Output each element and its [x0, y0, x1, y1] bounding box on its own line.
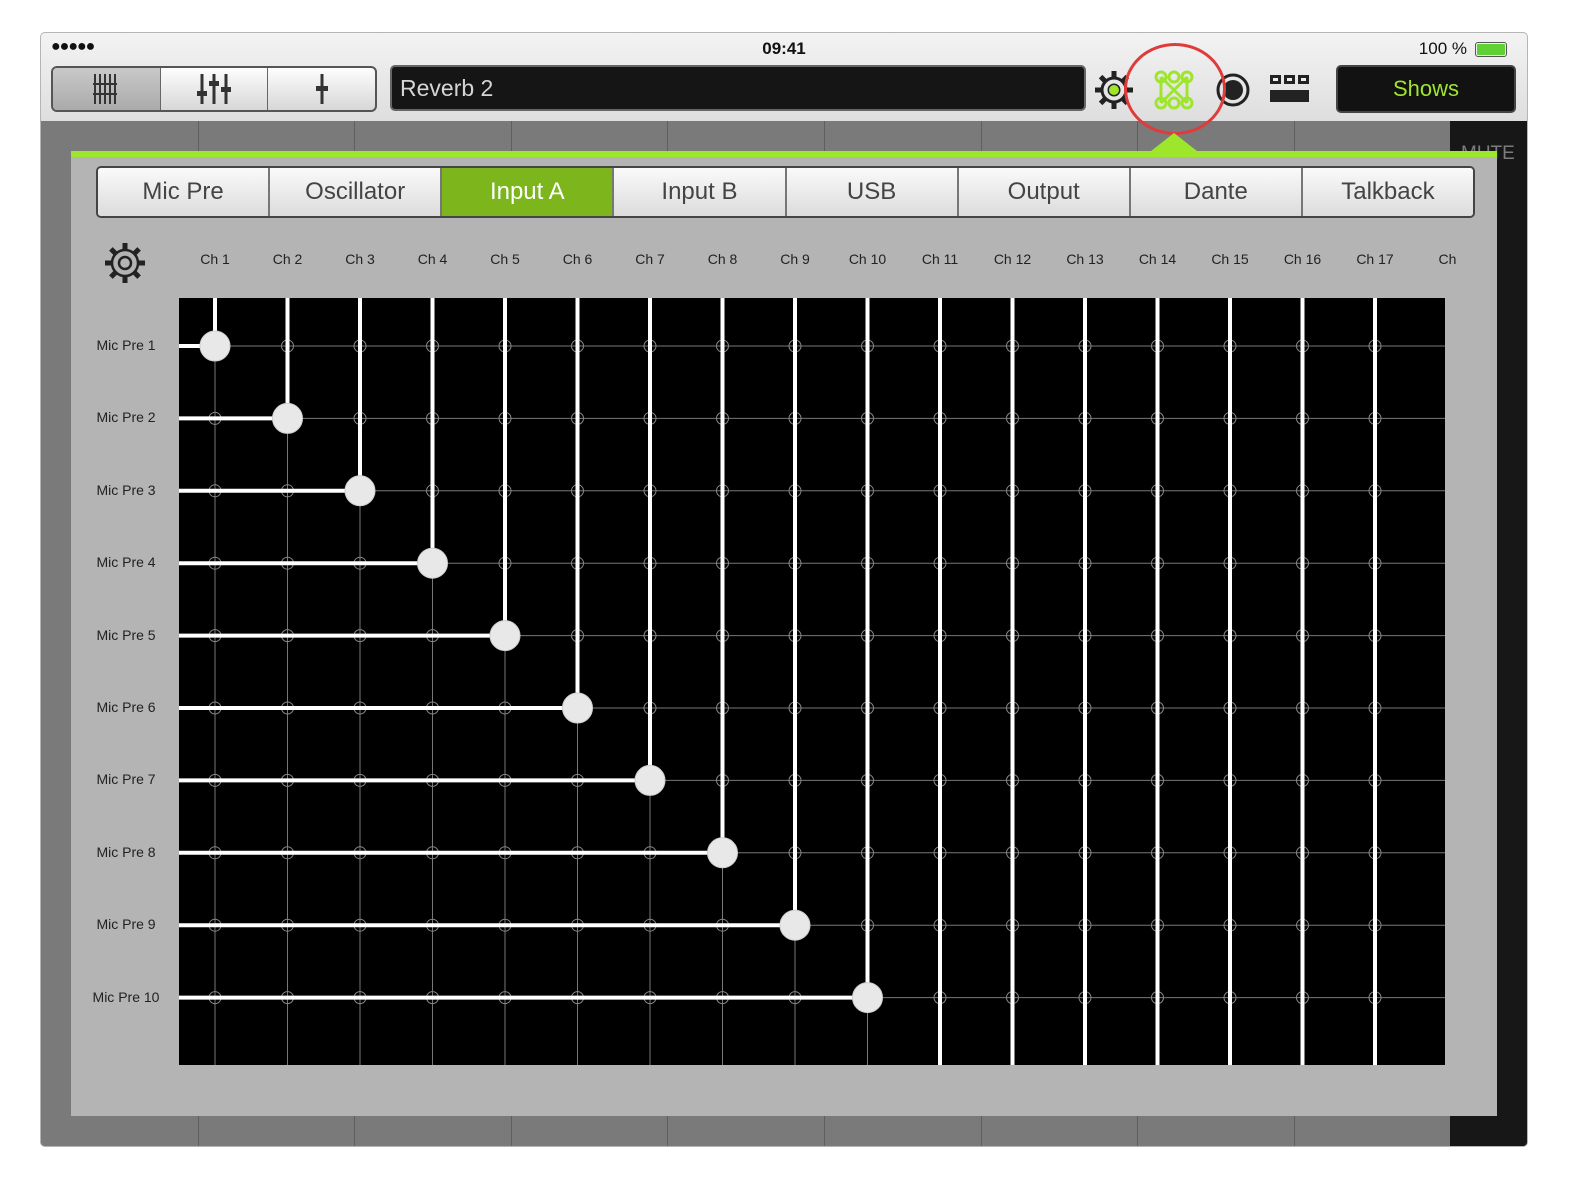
row-label: Mic Pre 4 — [96, 554, 156, 571]
route-connection-knob[interactable] — [779, 909, 811, 941]
route-connection-knob[interactable] — [199, 330, 231, 362]
tab-input-a[interactable]: Input A — [442, 168, 615, 216]
top-toolbar: ●●●●● ︎ 09:41 100 % Reverb 2 Shows — [41, 33, 1527, 121]
row-label: Mic Pre 5 — [96, 626, 156, 643]
mixer-view-button[interactable] — [161, 68, 269, 110]
column-header: Ch 3 — [345, 251, 375, 267]
column-header: Ch 12 — [993, 251, 1032, 267]
column-header: Ch 6 — [562, 251, 593, 267]
column-header: Ch 1 — [200, 251, 230, 267]
tab-usb[interactable]: USB — [786, 168, 959, 216]
row-label: Mic Pre 6 — [96, 699, 156, 715]
tab-output[interactable]: Output — [958, 168, 1131, 216]
column-headers: Ch 1 Ch 2 Ch 3 Ch 4 Ch 5 Ch 6 Ch 7 Ch 8 Ch 9 Ch 1… — [71, 251, 1497, 275]
routing-matrix-grid[interactable] — [179, 298, 1445, 1065]
column-header: Ch 4 — [417, 251, 448, 267]
route-connection-knob[interactable] — [417, 547, 448, 579]
column-header: Ch 10 — [848, 251, 887, 267]
mixer-faders-icon — [197, 74, 231, 104]
tab-talkback[interactable]: Talkback — [1302, 168, 1473, 216]
route-connection-knob[interactable] — [272, 402, 303, 434]
column-header: Ch 15 — [1211, 251, 1249, 267]
popup-accent-bar — [71, 151, 1497, 157]
route-connection-knob[interactable] — [707, 837, 738, 869]
route-connection-knob[interactable] — [852, 982, 883, 1014]
row-label: Mic Pre 7 — [96, 771, 156, 788]
column-header: Ch 11 — [921, 251, 959, 267]
shows-button[interactable]: Shows — [1336, 65, 1516, 113]
battery-percentage: 100 % — [1418, 39, 1467, 58]
column-header: Ch 7 — [635, 251, 665, 267]
column-header: Ch 13 — [1066, 251, 1104, 267]
routing-source-tabs: Mic Pre Oscillator Input A Input B USB Output… — [96, 166, 1475, 218]
column-header: Ch 9 — [780, 251, 810, 267]
selected-channel-name[interactable]: Reverb 2 — [390, 65, 1086, 111]
fader-view-button[interactable] — [268, 68, 375, 110]
routing-popup: Mic Pre Oscillator Input A Input B USB Output… — [71, 151, 1497, 1116]
row-label: Mic Pre 2 — [96, 409, 156, 426]
tab-dante[interactable]: Dante — [1130, 168, 1303, 216]
column-header: Ch 16 — [1283, 251, 1322, 267]
route-connection-knob[interactable] — [634, 764, 666, 796]
row-label: Mic Pre 9 — [96, 916, 156, 933]
route-connection-knob[interactable] — [562, 692, 593, 724]
battery-icon — [1475, 42, 1507, 57]
column-header: Ch 14 — [1138, 251, 1177, 267]
column-header: Ch — [1438, 251, 1457, 267]
row-label: Mic Pre 1 — [96, 337, 156, 353]
route-connection-knob[interactable] — [489, 620, 521, 652]
app-window: XRLRXXBAXERS MUTE ●●●●● ︎ 09:41 100 % — [41, 33, 1527, 1146]
tab-oscillator[interactable]: Oscillator — [270, 168, 443, 216]
channels-view-button[interactable] — [53, 68, 161, 110]
column-header: Ch 5 — [490, 251, 520, 267]
routing-matrix[interactable] — [179, 298, 1445, 1065]
row-label: Mic Pre 8 — [96, 843, 156, 860]
channels-view-icon — [93, 74, 118, 104]
row-label: Mic Pre 3 — [96, 481, 156, 498]
view-segmented-control — [51, 66, 377, 112]
grid-icon[interactable] — [1268, 73, 1312, 105]
tab-input-b[interactable]: Input B — [614, 168, 787, 216]
tab-mic-pre[interactable]: Mic Pre — [98, 168, 271, 216]
column-header: Ch 2 — [272, 251, 303, 267]
row-label: Mic Pre 10 — [92, 988, 160, 1005]
column-header: Ch 17 — [1356, 251, 1394, 267]
single-fader-icon — [315, 74, 328, 104]
route-connection-knob[interactable] — [344, 475, 376, 507]
status-time: 09:41 — [762, 39, 806, 58]
highlight-circle-annotation — [1124, 43, 1226, 135]
column-header: Ch 8 — [707, 251, 738, 267]
